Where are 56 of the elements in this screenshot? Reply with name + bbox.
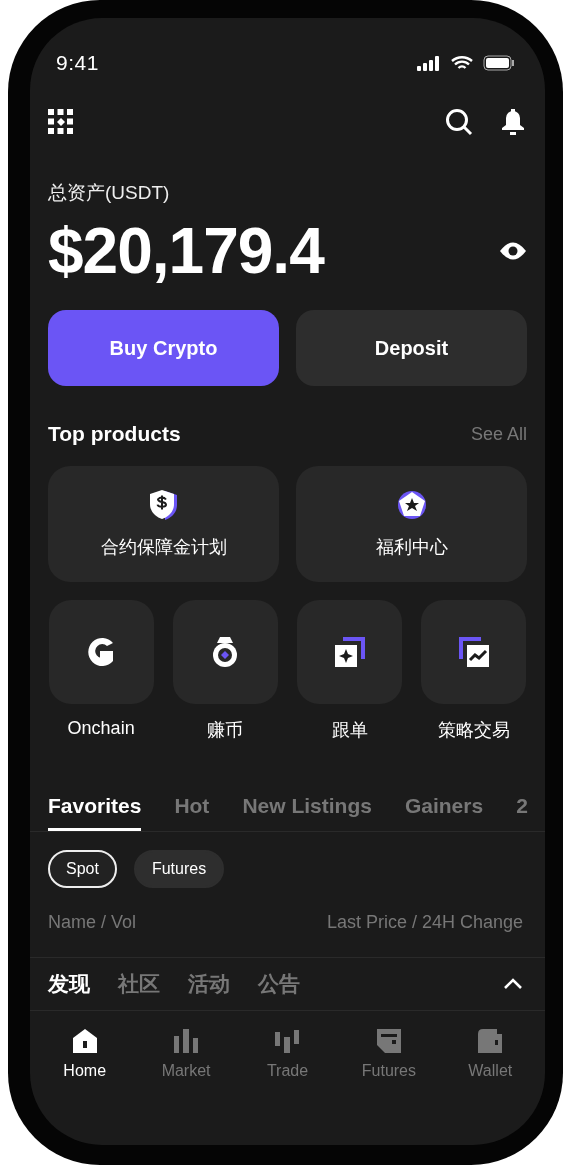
shortcut-tile[interactable]: [421, 600, 527, 704]
collapse-button[interactable]: [503, 978, 523, 990]
shortcut-label: 赚币: [207, 719, 244, 742]
eye-icon: [499, 240, 527, 262]
discover-tab[interactable]: 公告: [258, 970, 300, 998]
wallet-icon: [477, 1028, 504, 1054]
column-header: Last Price / 24H Change: [326, 912, 523, 933]
document-icon: [375, 1028, 402, 1054]
column-header: Name / Vol: [48, 912, 137, 933]
discover-tab[interactable]: 社区: [118, 970, 160, 998]
candlestick-icon: [274, 1028, 301, 1054]
section-title: Top products: [48, 422, 181, 446]
visibility-button[interactable]: [499, 240, 527, 262]
market-tab[interactable]: Gainers: [404, 794, 484, 831]
bar-chart-icon: [173, 1028, 200, 1054]
notifications-button[interactable]: [501, 109, 525, 135]
nav-item[interactable]: Futures: [338, 1027, 440, 1081]
battery-icon: [483, 55, 515, 71]
filter-chip[interactable]: Spot: [48, 850, 117, 888]
product-card[interactable]: 合约保障金计划: [48, 466, 279, 582]
shortcut-tile[interactable]: [172, 600, 278, 704]
search-icon: [445, 108, 473, 136]
status-time: 9:41: [56, 51, 99, 75]
market-tab[interactable]: 2: [516, 794, 528, 831]
filter-chip[interactable]: Futures: [133, 850, 225, 888]
discover-tab[interactable]: 活动: [188, 970, 230, 998]
shortcut-tile[interactable]: [297, 600, 403, 704]
discover-tab[interactable]: 发现: [48, 970, 90, 998]
wifi-icon: [451, 55, 473, 71]
shortcut-label: 策略交易: [437, 719, 510, 742]
market-tab[interactable]: Favorites: [48, 794, 142, 831]
apps-button[interactable]: [48, 109, 74, 135]
nav-item[interactable]: Wallet: [439, 1027, 541, 1081]
product-card[interactable]: 福利中心: [296, 466, 527, 582]
ring-icon: [211, 636, 240, 668]
balance-label: 总资产(USDT): [48, 181, 171, 205]
market-tab[interactable]: New Listings: [242, 794, 372, 831]
deposit-button[interactable]: Deposit: [296, 310, 527, 386]
shortcut-tile[interactable]: [48, 600, 154, 704]
shortcut-label: 跟单: [331, 719, 368, 742]
balance-amount: $20,179.4: [48, 214, 324, 288]
market-tab[interactable]: Hot: [174, 794, 210, 831]
see-all-link[interactable]: See All: [470, 423, 527, 445]
shortcut-label: Onchain: [67, 718, 135, 739]
home-icon: [71, 1028, 98, 1054]
nav-item[interactable]: Home: [34, 1027, 136, 1081]
buy-button[interactable]: Buy Crypto: [48, 310, 279, 386]
nav-item[interactable]: Trade: [236, 1027, 339, 1081]
bell-icon: [501, 109, 525, 135]
grid-icon: [48, 109, 74, 135]
chevron-up-icon: [503, 978, 523, 990]
copy-icon: [333, 636, 366, 668]
signal-icon: [417, 55, 441, 71]
nav-item[interactable]: Market: [135, 1027, 237, 1081]
search-button[interactable]: [445, 108, 473, 136]
chart-icon: [457, 636, 490, 668]
